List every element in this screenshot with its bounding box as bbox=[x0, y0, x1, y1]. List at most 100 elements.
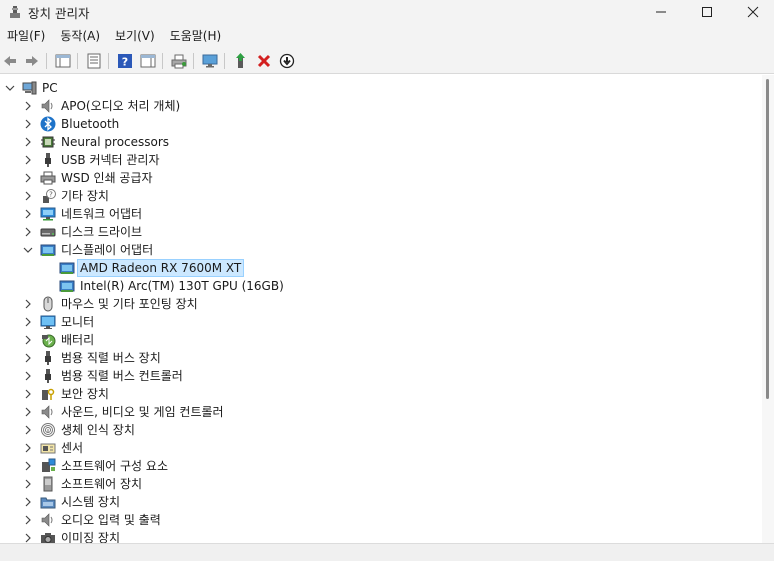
camera-icon bbox=[41, 533, 55, 543]
menu-file[interactable]: 파일(F) bbox=[2, 24, 50, 48]
tree-category[interactable]: ? 기타 장치 bbox=[0, 187, 762, 205]
fingerprint-icon bbox=[41, 423, 55, 437]
tree-item-label: 범용 직렬 버스 컨트롤러 bbox=[61, 369, 183, 383]
expand-toggle[interactable] bbox=[22, 208, 34, 220]
action-pane-button[interactable] bbox=[139, 52, 157, 70]
tree-category[interactable]: 디스크 드라이브 bbox=[0, 223, 762, 241]
tree-category[interactable]: 시스템 장치 bbox=[0, 493, 762, 511]
collapse-toggle[interactable] bbox=[4, 82, 16, 94]
display-adapter-icon bbox=[59, 262, 75, 274]
scrollbar-thumb[interactable] bbox=[766, 79, 769, 399]
menu-help[interactable]: 도움말(H) bbox=[165, 24, 227, 48]
expand-toggle[interactable] bbox=[22, 316, 34, 328]
processor-icon bbox=[41, 136, 55, 148]
expand-toggle[interactable] bbox=[22, 118, 34, 130]
tree-category[interactable]: 보안 장치 bbox=[0, 385, 762, 403]
device-tree[interactable]: PC APO(오디오 처리 개체) Bluetooth Neural processo… bbox=[0, 78, 762, 543]
tree-item-label: Bluetooth bbox=[61, 117, 120, 131]
chevron-right-icon bbox=[25, 299, 31, 309]
minimize-button[interactable] bbox=[638, 0, 684, 24]
tree-category[interactable]: Bluetooth bbox=[0, 115, 762, 133]
collapse-toggle[interactable] bbox=[22, 244, 34, 256]
help-button[interactable]: ? bbox=[116, 52, 134, 70]
update-driver-button[interactable] bbox=[232, 52, 250, 70]
expand-toggle[interactable] bbox=[22, 154, 34, 166]
tree-category[interactable]: 센서 bbox=[0, 439, 762, 457]
tree-category[interactable]: 배터리 bbox=[0, 331, 762, 349]
network-icon bbox=[40, 207, 56, 221]
tree-item-label: 소프트웨어 장치 bbox=[61, 477, 143, 491]
menu-action[interactable]: 동작(A) bbox=[55, 24, 105, 48]
tree-category[interactable]: 네트워크 어댑터 bbox=[0, 205, 762, 223]
tree-category[interactable]: 이미징 장치 bbox=[0, 529, 762, 543]
forward-button[interactable] bbox=[23, 52, 41, 70]
tree-item-label: WSD 인쇄 공급자 bbox=[61, 171, 153, 185]
tree-category[interactable]: 범용 직렬 버스 컨트롤러 bbox=[0, 367, 762, 385]
tree-item-label: 보안 장치 bbox=[61, 387, 109, 401]
disk-icon bbox=[40, 228, 56, 237]
tree-category[interactable]: 마우스 및 기타 포인팅 장치 bbox=[0, 295, 762, 313]
tree-item-label: 네트워크 어댑터 bbox=[61, 207, 143, 221]
tree-category[interactable]: 오디오 입력 및 출력 bbox=[0, 511, 762, 529]
help-icon: ? bbox=[118, 54, 132, 69]
tree-category[interactable]: WSD 인쇄 공급자 bbox=[0, 169, 762, 187]
tree-root-pc[interactable]: PC bbox=[0, 79, 762, 97]
tree-device[interactable]: Intel(R) Arc(TM) 130T GPU (16GB) bbox=[0, 277, 762, 295]
expand-toggle[interactable] bbox=[22, 298, 34, 310]
expand-toggle[interactable] bbox=[22, 406, 34, 418]
expand-toggle[interactable] bbox=[22, 496, 34, 508]
tree-category[interactable]: 디스플레이 어댑터 bbox=[0, 241, 762, 259]
tree-item-label: 디스크 드라이브 bbox=[61, 225, 143, 239]
tree-device[interactable]: AMD Radeon RX 7600M XT bbox=[0, 259, 762, 277]
chevron-right-icon bbox=[25, 317, 31, 327]
disable-device-button[interactable] bbox=[278, 52, 296, 70]
expand-toggle[interactable] bbox=[22, 334, 34, 346]
tree-category[interactable]: Neural processors bbox=[0, 133, 762, 151]
menu-view[interactable]: 보기(V) bbox=[110, 24, 160, 48]
uninstall-device-button[interactable] bbox=[255, 52, 273, 70]
expand-toggle[interactable] bbox=[22, 460, 34, 472]
tree-item-label: 범용 직렬 버스 장치 bbox=[61, 351, 161, 365]
tree-category[interactable]: APO(오디오 처리 개체) bbox=[0, 97, 762, 115]
chevron-right-icon bbox=[25, 515, 31, 525]
tree-category[interactable]: USB 커넥터 관리자 bbox=[0, 151, 762, 169]
chevron-right-icon bbox=[25, 425, 31, 435]
back-button[interactable] bbox=[1, 52, 19, 70]
expand-toggle[interactable] bbox=[22, 352, 34, 364]
expand-toggle[interactable] bbox=[22, 514, 34, 526]
print-button[interactable] bbox=[170, 52, 188, 70]
speaker-icon bbox=[40, 98, 56, 114]
close-button[interactable] bbox=[730, 0, 774, 24]
expand-toggle[interactable] bbox=[22, 478, 34, 490]
expand-toggle[interactable] bbox=[22, 190, 34, 202]
tree-category[interactable]: 소프트웨어 구성 요소 bbox=[0, 457, 762, 475]
tree-category[interactable]: 모니터 bbox=[0, 313, 762, 331]
speaker-icon bbox=[40, 404, 56, 420]
tree-category[interactable]: 소프트웨어 장치 bbox=[0, 475, 762, 493]
tree-category[interactable]: 범용 직렬 버스 장치 bbox=[0, 349, 762, 367]
tree-item-label: 오디오 입력 및 출력 bbox=[61, 513, 161, 527]
expand-toggle[interactable] bbox=[22, 172, 34, 184]
tree-category[interactable]: 생체 인식 장치 bbox=[0, 421, 762, 439]
tree-category[interactable]: 사운드, 비디오 및 게임 컨트롤러 bbox=[0, 403, 762, 421]
properties-button[interactable] bbox=[85, 52, 103, 70]
monitor-icon bbox=[40, 314, 56, 330]
chevron-right-icon bbox=[25, 371, 31, 381]
show-hide-console-tree-button[interactable] bbox=[54, 52, 72, 70]
expand-toggle[interactable] bbox=[22, 100, 34, 112]
tree-item-label: 마우스 및 기타 포인팅 장치 bbox=[61, 297, 198, 311]
scan-hardware-button[interactable] bbox=[201, 52, 219, 70]
expand-toggle[interactable] bbox=[22, 136, 34, 148]
expand-toggle[interactable] bbox=[22, 424, 34, 436]
toolbar: ? bbox=[0, 48, 774, 74]
expand-toggle[interactable] bbox=[22, 532, 34, 543]
action-pane-icon bbox=[140, 54, 156, 68]
maximize-button[interactable] bbox=[684, 0, 730, 24]
vertical-scrollbar[interactable] bbox=[762, 75, 774, 543]
chevron-down-icon bbox=[5, 85, 15, 91]
expand-toggle[interactable] bbox=[22, 388, 34, 400]
printer-icon bbox=[40, 170, 56, 186]
expand-toggle[interactable] bbox=[22, 370, 34, 382]
expand-toggle[interactable] bbox=[22, 442, 34, 454]
expand-toggle[interactable] bbox=[22, 226, 34, 238]
